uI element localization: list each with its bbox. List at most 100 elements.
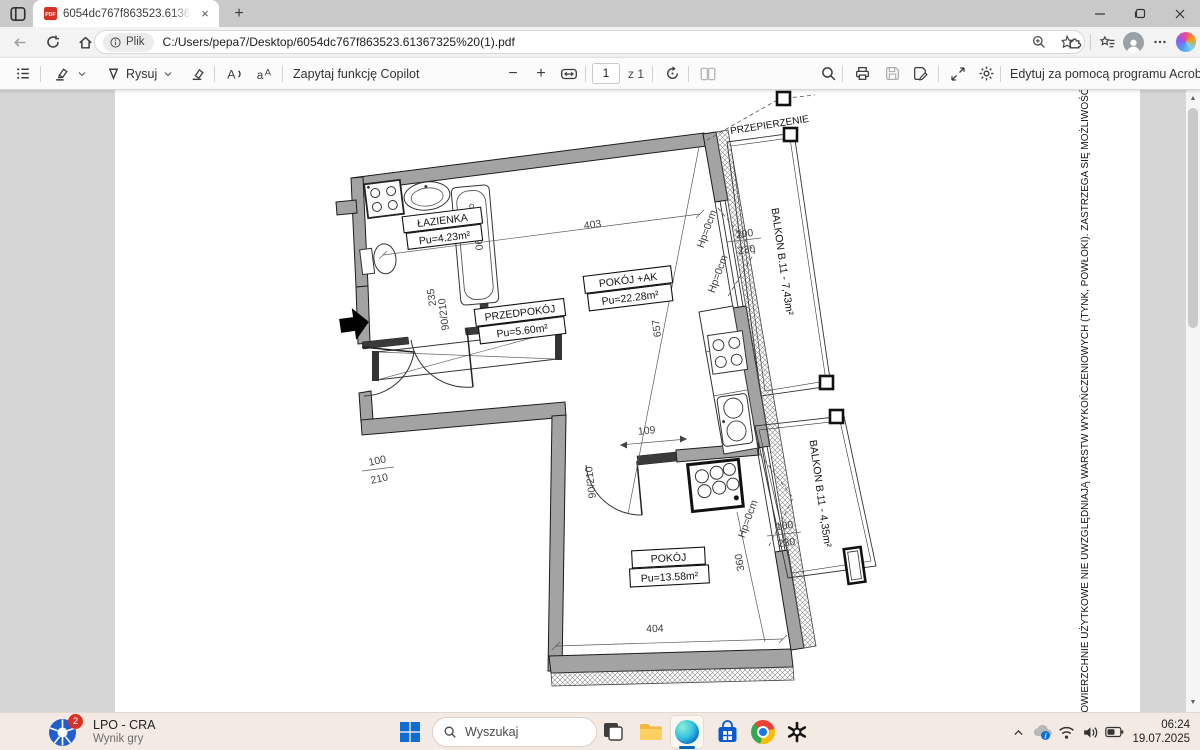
- copilot-icon[interactable]: [1176, 32, 1196, 52]
- balcony-post: [784, 128, 797, 141]
- floor-plan: 403 657 404 360 235 190 109 90/210 90/21…: [115, 90, 1140, 712]
- tab-close-icon[interactable]: ×: [197, 6, 213, 22]
- dim-window2-height: 230: [777, 536, 796, 550]
- tab-strip: PDF 6054dc767f863523.61367325 (1).p × +: [0, 0, 1200, 27]
- more-options-icon[interactable]: [1151, 33, 1169, 51]
- scroll-up-icon[interactable]: ▲: [1186, 92, 1200, 106]
- svg-text:PDF: PDF: [45, 12, 56, 18]
- window-close-button[interactable]: [1160, 0, 1200, 27]
- washing-machine-icon: [364, 180, 404, 218]
- balcony1-label: BALKON B.11 - 7,43m²: [768, 207, 795, 316]
- site-info-chip[interactable]: Plik: [103, 33, 154, 52]
- dim-bottom-width: 404: [646, 623, 664, 636]
- chrome-button[interactable]: [750, 719, 776, 745]
- volume-icon[interactable]: [1078, 713, 1102, 750]
- wifi-icon[interactable]: [1054, 713, 1078, 750]
- edit-in-acrobat-button[interactable]: Edytuj za pomocą programu Acrobat: [1010, 58, 1200, 89]
- rotate-icon[interactable]: [660, 58, 684, 89]
- fullscreen-icon[interactable]: [946, 58, 970, 89]
- zoom-page-icon[interactable]: [1030, 33, 1048, 51]
- dim-side-height: 360: [733, 553, 748, 572]
- tab-title: 6054dc767f863523.61367325 (1).p: [63, 8, 191, 20]
- url-text: C:/Users/pepa7/Desktop/6054dc767f863523.…: [163, 35, 1022, 49]
- scroll-down-icon[interactable]: ▼: [1186, 696, 1200, 710]
- scrollbar[interactable]: ▲ ▼: [1186, 90, 1200, 712]
- extensions-icon[interactable]: [1065, 33, 1083, 51]
- dim-kitchen-width: 109: [637, 424, 656, 438]
- store-button[interactable]: [714, 719, 740, 745]
- chatgpt-button[interactable]: [784, 719, 810, 745]
- fit-width-icon[interactable]: [557, 58, 581, 89]
- pdf-page: 403 657 404 360 235 190 109 90/210 90/21…: [115, 90, 1140, 712]
- browser-tab[interactable]: PDF 6054dc767f863523.61367325 (1).p ×: [33, 0, 219, 27]
- dim-window1-height: 230: [737, 243, 756, 257]
- site-chip-label: Plik: [126, 36, 145, 48]
- draw-chevron-icon[interactable]: [160, 58, 176, 89]
- zoom-out-button[interactable]: −: [502, 58, 524, 89]
- divider: [1090, 34, 1091, 50]
- settings-gear-icon[interactable]: [974, 58, 998, 89]
- dim-top-width: 403: [583, 218, 602, 232]
- window-minimize-button[interactable]: [1080, 0, 1120, 27]
- taskbar-clock[interactable]: 06:24 19.07.2025: [1132, 718, 1190, 746]
- highlighter-chevron-icon[interactable]: [74, 58, 90, 89]
- search-icon: [443, 725, 457, 739]
- draw-label[interactable]: Rysuj: [126, 58, 157, 89]
- taskbar: 2 LPO - CRA Wynik gry Wyszukaj: [0, 712, 1200, 750]
- dim-window2-width: 100: [775, 519, 794, 533]
- dim-room-height: 657: [650, 319, 664, 338]
- scroll-thumb[interactable]: [1188, 108, 1198, 328]
- tray-chevron-icon[interactable]: [1006, 713, 1030, 750]
- chrome-icon: [751, 720, 775, 744]
- file-explorer-button[interactable]: [638, 719, 664, 745]
- profile-avatar[interactable]: [1123, 32, 1144, 53]
- edge-icon: [675, 720, 699, 744]
- system-tray: i 06:24 19.07.2025: [1006, 713, 1200, 750]
- favorites-hub-icon[interactable]: [1098, 33, 1116, 51]
- page-number-input[interactable]: 1: [592, 63, 620, 84]
- new-tab-button[interactable]: +: [228, 3, 250, 25]
- window-maximize-button[interactable]: [1120, 0, 1160, 27]
- kitchen-sink-icon: [717, 393, 754, 447]
- svg-text:A: A: [227, 67, 236, 81]
- highlighter-icon[interactable]: [50, 58, 72, 89]
- svg-text:a: a: [257, 68, 264, 82]
- refresh-icon[interactable]: [40, 29, 66, 55]
- start-button[interactable]: [399, 721, 421, 743]
- eraser-icon[interactable]: [186, 58, 208, 89]
- back-icon[interactable]: [6, 29, 32, 55]
- save-icon: [880, 58, 904, 89]
- balcony-post: [820, 376, 833, 389]
- edge-taskbar-button[interactable]: [670, 715, 704, 749]
- address-bar: Plik C:/Users/pepa7/Desktop/6054dc767f86…: [0, 27, 1200, 57]
- widget-icon: 2: [48, 718, 77, 747]
- clock-time: 06:24: [1132, 718, 1190, 732]
- taskbar-search-input[interactable]: Wyszukaj: [432, 717, 597, 747]
- copilot-ask-button[interactable]: Zapytaj funkcję Copilot: [293, 58, 419, 89]
- toc-icon[interactable]: [12, 58, 34, 89]
- svg-text:POKÓJ: POKÓJ: [650, 551, 686, 566]
- url-input[interactable]: Plik C:/Users/pepa7/Desktop/6054dc767f86…: [94, 30, 1085, 54]
- widgets-button[interactable]: 2 LPO - CRA Wynik gry: [48, 715, 156, 749]
- task-view-button[interactable]: [600, 719, 626, 745]
- read-aloud-icon[interactable]: A: [222, 58, 246, 89]
- clock-date: 19.07.2025: [1132, 732, 1190, 746]
- room-label-pokoj: POKÓJ Pu=13.58m²: [629, 547, 710, 587]
- tab-layout-icon[interactable]: [9, 5, 27, 23]
- battery-icon[interactable]: [1102, 713, 1126, 750]
- zoom-in-button[interactable]: +: [530, 58, 552, 89]
- dim-window1-width: 200: [735, 227, 754, 241]
- stove-icon: [708, 331, 748, 374]
- room-label-pokoj-ak: POKÓJ +AK Pu=22.28m²: [583, 266, 675, 311]
- print-icon[interactable]: [850, 58, 874, 89]
- save-as-icon[interactable]: [908, 58, 932, 89]
- translate-icon[interactable]: aA: [252, 58, 276, 89]
- edge-active-indicator: [679, 746, 695, 749]
- search-icon[interactable]: [816, 58, 840, 89]
- balcony-post: [830, 410, 843, 423]
- balcony-post: [777, 92, 790, 105]
- draw-pen-icon[interactable]: [102, 58, 124, 89]
- onedrive-icon[interactable]: i: [1030, 713, 1054, 750]
- pdf-viewer: 403 657 404 360 235 190 109 90/210 90/21…: [0, 90, 1200, 712]
- page-total-label: z 1: [628, 58, 644, 89]
